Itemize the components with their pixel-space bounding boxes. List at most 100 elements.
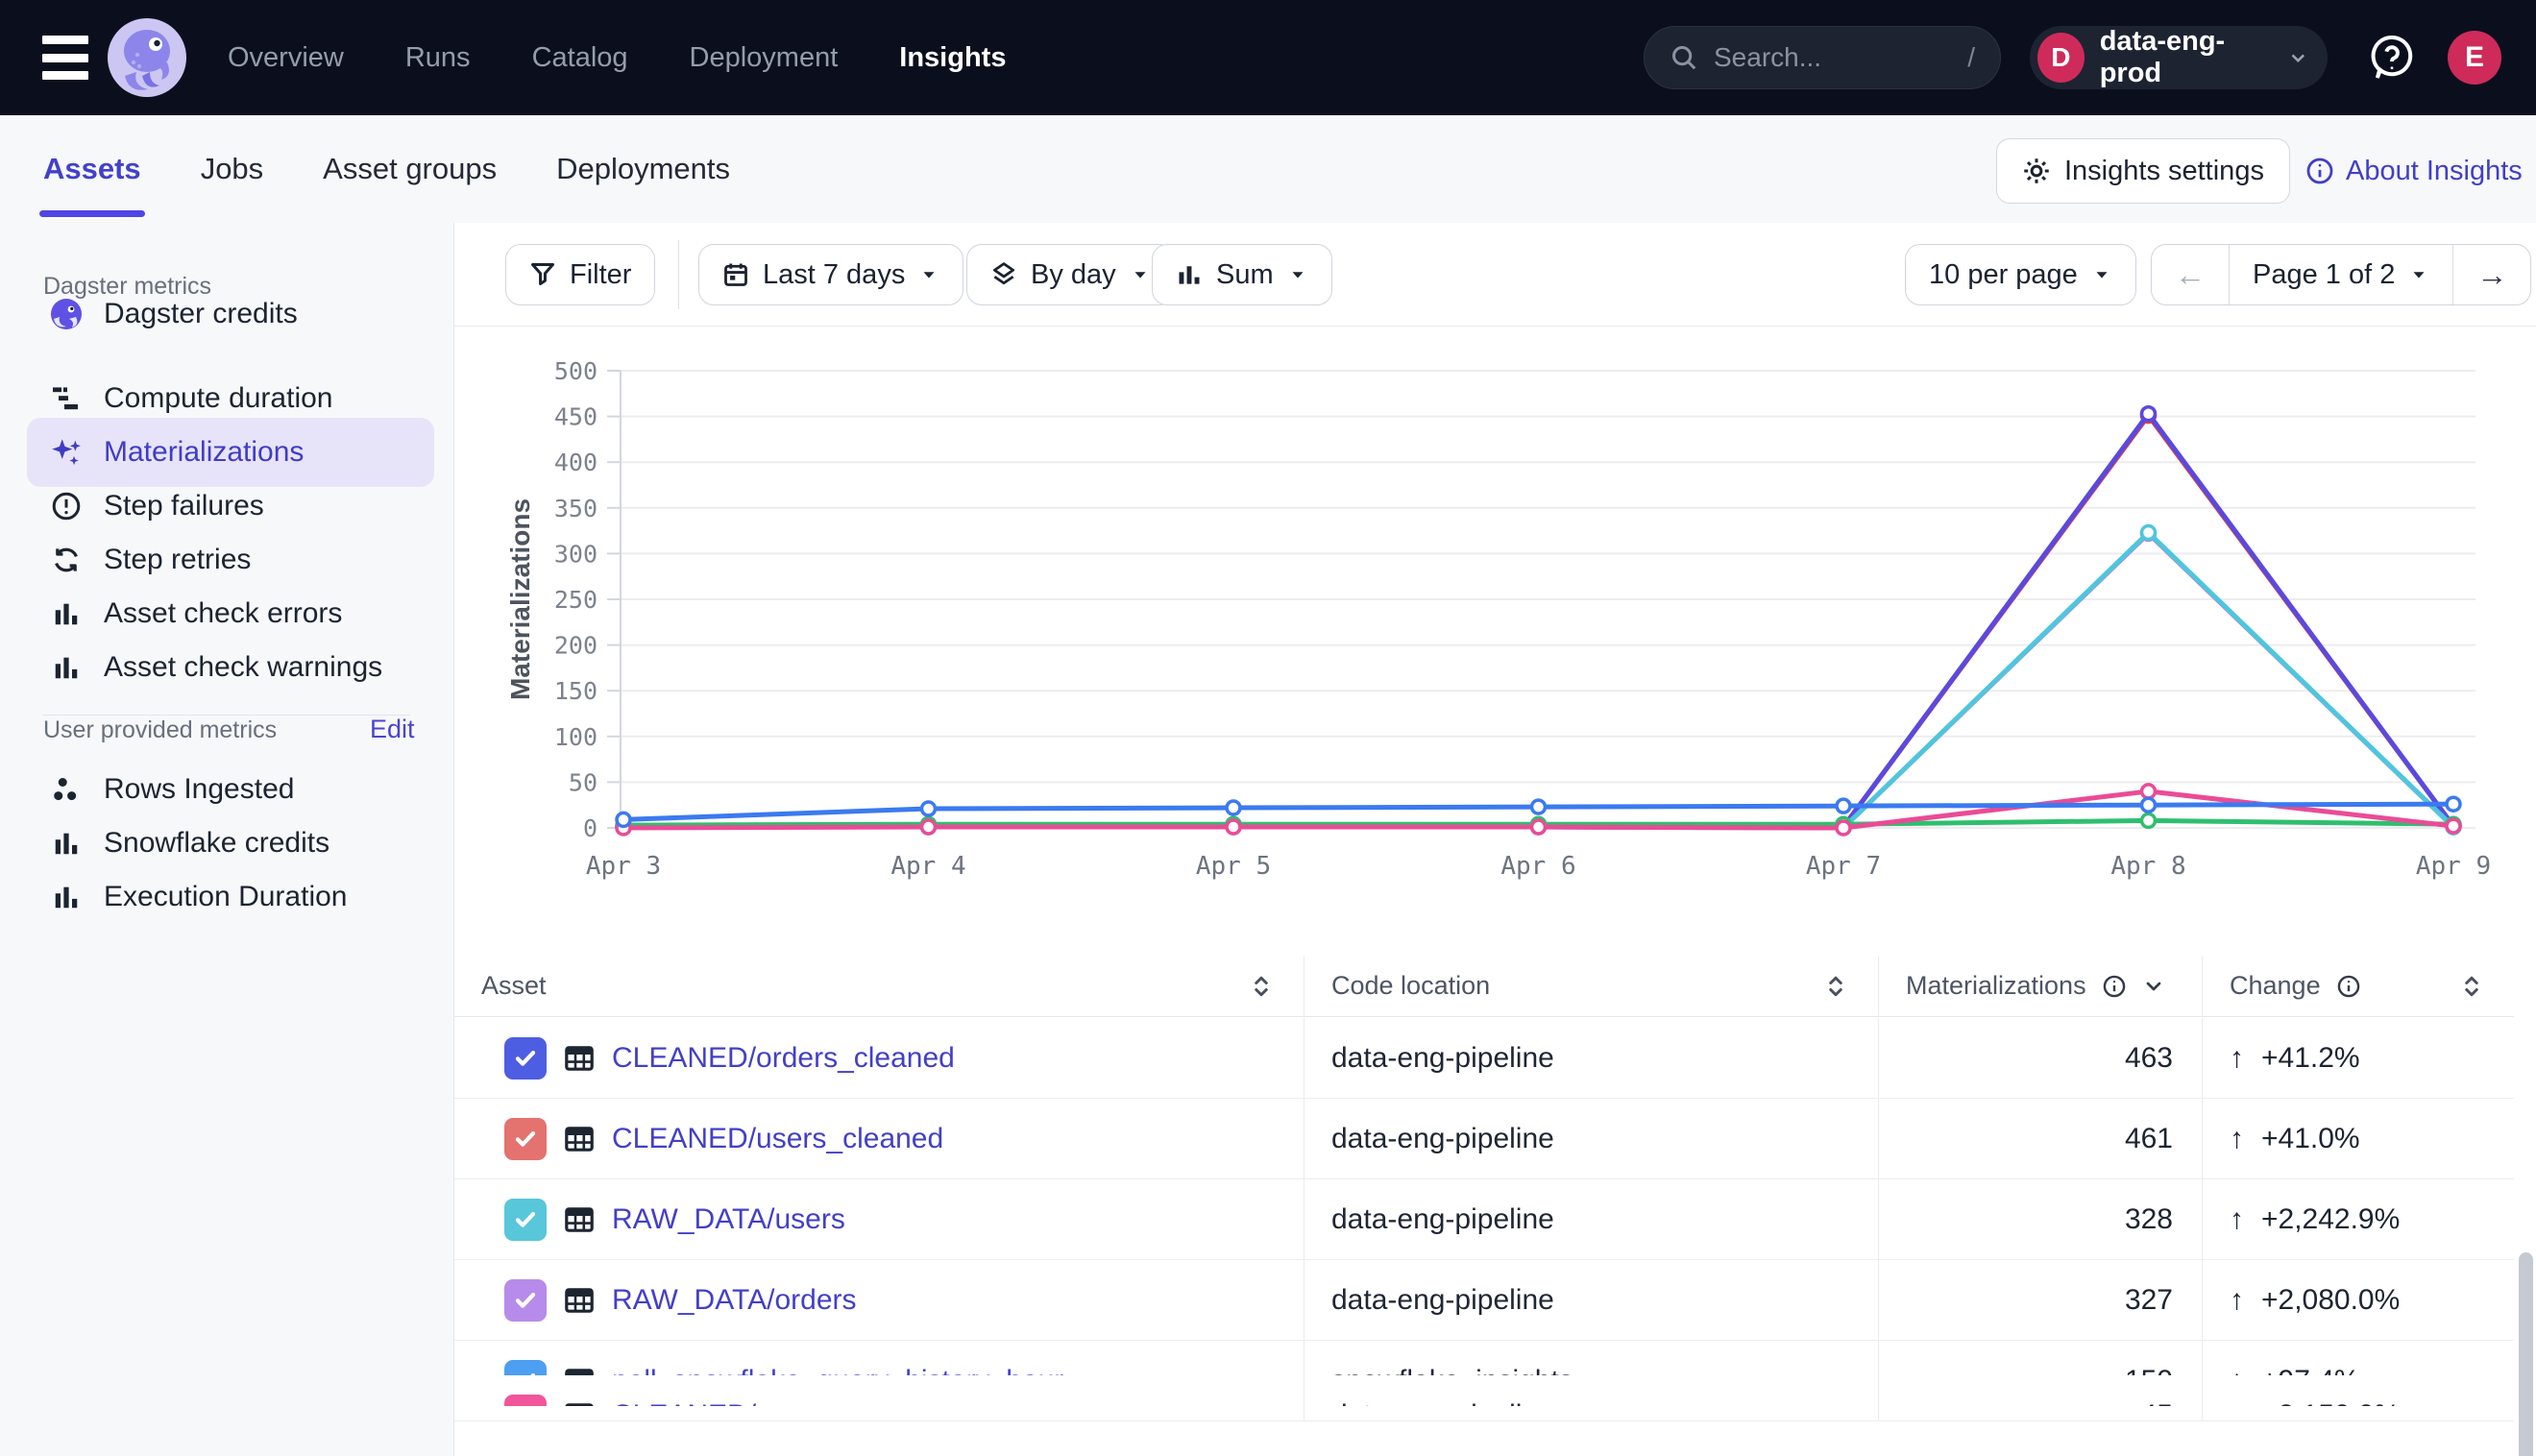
column-header-change[interactable]: Change bbox=[2202, 956, 2514, 1016]
nav-overview[interactable]: Overview bbox=[228, 42, 344, 74]
info-icon[interactable] bbox=[2336, 974, 2361, 999]
search-input[interactable]: Search... / bbox=[1644, 26, 2001, 89]
code-location: data-eng-pipeline bbox=[1331, 1123, 1554, 1155]
column-label: Change bbox=[2230, 971, 2321, 1001]
nav-deployment[interactable]: Deployment bbox=[690, 42, 839, 74]
nav-insights[interactable]: Insights bbox=[899, 42, 1006, 74]
sidebar-item-label: Asset check warnings bbox=[104, 651, 382, 684]
sidebar-item-label: Materializations bbox=[104, 436, 304, 469]
svg-text:Apr 4: Apr 4 bbox=[890, 852, 965, 881]
sidebar-item-label: Execution Duration bbox=[104, 881, 347, 913]
deployment-badge: D bbox=[2037, 33, 2085, 83]
row-checkbox[interactable] bbox=[504, 1279, 547, 1322]
deployment-switcher[interactable]: D data-eng-prod bbox=[2030, 26, 2328, 89]
svg-text:Materializations: Materializations bbox=[505, 498, 535, 700]
materializations-value: 327 bbox=[2125, 1284, 2173, 1317]
svg-text:50: 50 bbox=[569, 768, 597, 796]
user-avatar[interactable]: E bbox=[2448, 31, 2501, 85]
column-header-code-location[interactable]: Code location bbox=[1304, 956, 1878, 1016]
prev-page-button[interactable]: ← bbox=[2152, 245, 2229, 304]
sort-icon[interactable] bbox=[1822, 973, 1849, 1000]
page-selector[interactable]: Page 1 of 2 bbox=[2229, 245, 2452, 304]
retry-icon bbox=[50, 544, 83, 576]
code-location: data-eng-pipeline bbox=[1331, 1399, 1554, 1407]
svg-text:250: 250 bbox=[554, 586, 597, 614]
deployment-name: data-eng-prod bbox=[2100, 26, 2276, 89]
chevron-down-icon bbox=[918, 264, 939, 285]
aggregation-dropdown[interactable]: Sum bbox=[1152, 244, 1332, 305]
filter-label: Filter bbox=[570, 259, 631, 291]
sidebar-divider bbox=[43, 715, 410, 716]
asset-link[interactable]: CLEANED/users_cleaned bbox=[612, 1123, 943, 1155]
row-checkbox[interactable] bbox=[504, 1118, 547, 1160]
pagination-control: ← Page 1 of 2 → bbox=[2151, 244, 2531, 305]
info-icon[interactable] bbox=[2102, 974, 2127, 999]
group-by-label: By day bbox=[1031, 259, 1116, 291]
svg-text:300: 300 bbox=[554, 540, 597, 568]
per-page-dropdown[interactable]: 10 per page bbox=[1905, 244, 2136, 305]
svg-text:Apr 9: Apr 9 bbox=[2416, 852, 2491, 881]
sort-icon[interactable] bbox=[1248, 973, 1275, 1000]
duration-icon bbox=[50, 382, 83, 415]
up-arrow-icon: ↑ bbox=[2230, 1399, 2244, 1407]
nav-catalog[interactable]: Catalog bbox=[532, 42, 628, 74]
table-row: RAW_DATA/orders data-eng-pipeline 327 ↑+… bbox=[454, 1260, 2514, 1341]
funnel-icon bbox=[529, 261, 556, 288]
bar-chart-icon bbox=[50, 881, 83, 913]
sidebar-item-label: Step retries bbox=[104, 544, 251, 576]
up-arrow-icon: ↑ bbox=[2230, 1284, 2244, 1317]
next-page-button[interactable]: → bbox=[2452, 245, 2530, 304]
svg-text:400: 400 bbox=[554, 449, 597, 476]
sidebar-item-asset-check-warnings[interactable]: Asset check warnings bbox=[27, 633, 434, 702]
dagster-logo-icon[interactable] bbox=[108, 18, 186, 97]
row-checkbox[interactable] bbox=[504, 1199, 547, 1241]
help-icon[interactable] bbox=[2365, 31, 2419, 85]
tab-jobs[interactable]: Jobs bbox=[201, 115, 263, 223]
materializations-chart[interactable]: 050100150200250300350400450500Apr 3Apr 4… bbox=[454, 327, 2536, 956]
svg-text:Apr 5: Apr 5 bbox=[1196, 852, 1271, 881]
svg-text:500: 500 bbox=[554, 357, 597, 385]
group-by-dropdown[interactable]: By day bbox=[966, 244, 1175, 305]
code-location: data-eng-pipeline bbox=[1331, 1203, 1554, 1236]
table-row: RAW_DATA/users data-eng-pipeline 328 ↑+2… bbox=[454, 1179, 2514, 1260]
table-row: CLEANED/users_cleaned data-eng-pipeline … bbox=[454, 1099, 2514, 1179]
edit-metrics-link[interactable]: Edit bbox=[370, 715, 415, 744]
chevron-down-icon bbox=[1287, 264, 1308, 285]
sort-icon[interactable] bbox=[2458, 973, 2485, 1000]
row-checkbox[interactable] bbox=[504, 1037, 547, 1080]
chevron-down-icon[interactable] bbox=[2142, 975, 2165, 998]
column-label: Code location bbox=[1331, 971, 1490, 1001]
dots-icon bbox=[50, 773, 83, 806]
chart-toolbar: Filter Last 7 days By day Sum 10 per pag… bbox=[454, 223, 2536, 327]
bar-chart-icon bbox=[50, 651, 83, 684]
insights-settings-button[interactable]: Insights settings bbox=[1996, 138, 2290, 204]
nav-runs[interactable]: Runs bbox=[405, 42, 471, 74]
filter-button[interactable]: Filter bbox=[505, 244, 655, 305]
search-shortcut-hint: / bbox=[1967, 42, 1975, 73]
dagster-octopus-icon bbox=[50, 298, 83, 330]
column-header-asset[interactable]: Asset bbox=[454, 956, 1304, 1016]
asset-link[interactable]: RAW_DATA/users bbox=[612, 1203, 845, 1236]
tab-asset-groups[interactable]: Asset groups bbox=[323, 115, 497, 223]
sidebar-item-label: Snowflake credits bbox=[104, 827, 329, 860]
asset-link[interactable]: CLEANED/orders_cleaned bbox=[612, 1042, 955, 1075]
about-insights-label: About Insights bbox=[2346, 156, 2523, 187]
tab-assets[interactable]: Assets bbox=[43, 115, 141, 223]
about-insights-link[interactable]: About Insights bbox=[2305, 138, 2523, 204]
table-asset-icon bbox=[564, 1043, 595, 1074]
time-range-dropdown[interactable]: Last 7 days bbox=[698, 244, 963, 305]
table-header-row: Asset Code location Materializations Cha… bbox=[454, 956, 2514, 1017]
sidebar-item-execution-duration[interactable]: Execution Duration bbox=[27, 862, 434, 932]
sidebar-section-label: User provided metrics bbox=[43, 716, 277, 744]
row-checkbox[interactable] bbox=[504, 1395, 547, 1407]
materializations-value: 45 bbox=[2141, 1399, 2173, 1407]
asset-link[interactable]: CLEANED/… bbox=[612, 1399, 785, 1407]
table-scrollbar-thumb[interactable] bbox=[2519, 1252, 2533, 1456]
sidebar-item-dagster-credits[interactable]: Dagster credits bbox=[27, 279, 434, 349]
asset-link[interactable]: RAW_DATA/orders bbox=[612, 1284, 857, 1317]
hamburger-menu-icon[interactable] bbox=[42, 36, 88, 80]
change-value: +41.0% bbox=[2261, 1123, 2360, 1155]
materializations-value: 328 bbox=[2125, 1203, 2173, 1236]
column-header-materializations[interactable]: Materializations bbox=[1878, 956, 2202, 1016]
tab-deployments[interactable]: Deployments bbox=[556, 115, 730, 223]
